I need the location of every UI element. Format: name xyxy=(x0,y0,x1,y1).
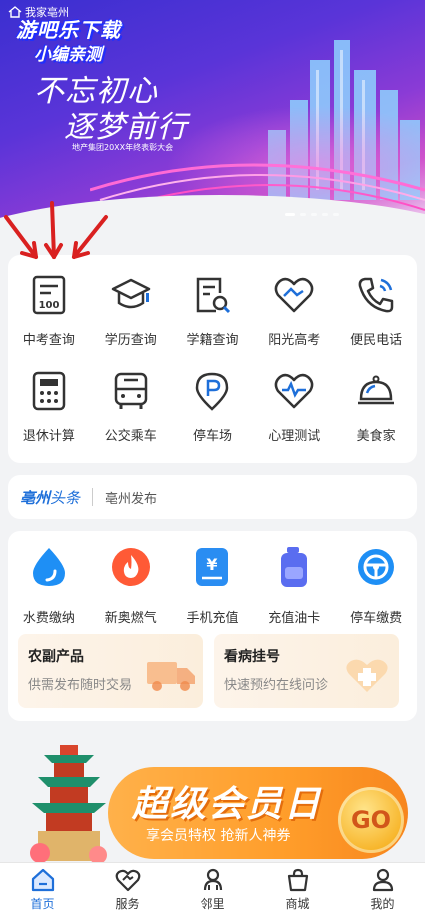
service-retirement-calc[interactable]: 退休计算 xyxy=(8,361,90,453)
service-label: 停车场 xyxy=(192,429,232,444)
news-bar[interactable]: 亳州头条 亳州发布 xyxy=(8,475,417,519)
watermark-line1: 游吧乐下载 xyxy=(16,18,121,42)
service-parking[interactable]: 停车场 xyxy=(172,361,254,453)
promo-hospital-booking[interactable]: 看病挂号 快速预约在线问诊 xyxy=(214,634,399,708)
service-student-status[interactable]: 学籍查询 xyxy=(172,265,254,357)
service-label: 阳光高考 xyxy=(268,333,321,348)
heart-pulse-icon xyxy=(270,367,318,415)
pay-gas[interactable]: 新奥燃气 xyxy=(90,545,172,626)
promo-farm-products[interactable]: 农副产品 供需发布随时交易 xyxy=(18,634,203,708)
svg-text:¥: ¥ xyxy=(207,555,218,574)
calculator-icon xyxy=(25,367,73,415)
service-label: 心理测试 xyxy=(268,429,321,444)
quick-services-card: 100 中考查询 学历查询 学籍查询 阳光高考 便民电话 退休计算 公交乘车 停… xyxy=(8,255,417,463)
flame-icon xyxy=(109,545,153,589)
service-label: 退休计算 xyxy=(22,429,75,444)
shopping-bag-icon xyxy=(287,868,308,891)
service-label: 学籍查询 xyxy=(186,333,239,348)
tab-service[interactable]: 服务 xyxy=(85,863,170,915)
service-label: 中考查询 xyxy=(22,333,75,348)
tab-home[interactable]: 首页 xyxy=(0,863,85,915)
steering-wheel-icon xyxy=(354,545,398,589)
payment-label: 手机充值 xyxy=(186,611,239,626)
truck-icon xyxy=(147,662,195,691)
pay-phone[interactable]: ¥ 手机充值 xyxy=(172,545,254,626)
annotation-arrows xyxy=(4,201,108,259)
parking-icon xyxy=(188,367,236,415)
carousel-dot[interactable] xyxy=(311,213,317,216)
tab-label: 邻里 xyxy=(200,896,225,911)
banner-subtitle: 地产集团20XX年终表彰大会 xyxy=(72,143,174,152)
service-label: 公交乘车 xyxy=(104,429,157,444)
tab-profile[interactable]: 我的 xyxy=(340,863,425,915)
service-label: 学历查询 xyxy=(104,333,157,348)
pay-water[interactable]: 水费缴纳 xyxy=(8,545,90,626)
payment-services-card: 水费缴纳 新奥燃气 ¥ 手机充值 充值油卡 停车缴费 农副产品 供需发布随时交易… xyxy=(8,531,417,721)
carousel-dots xyxy=(285,213,339,216)
payment-label: 新奥燃气 xyxy=(104,611,157,626)
vip-subtitle: 享会员特权 抢新人神券 xyxy=(146,828,291,844)
carousel-dot[interactable] xyxy=(285,213,295,216)
service-label: 美食家 xyxy=(356,429,396,444)
graduation-cap-icon xyxy=(107,271,155,319)
tab-neighbors[interactable]: 邻里 xyxy=(170,863,255,915)
oil-can-icon xyxy=(272,545,316,589)
medical-heart-icon xyxy=(346,659,388,692)
service-sunshine-exam[interactable]: 阳光高考 xyxy=(253,265,335,357)
bus-icon xyxy=(107,367,155,415)
service-heart-icon xyxy=(115,869,140,891)
vip-go-button[interactable]: GO xyxy=(338,787,404,853)
pagoda-illustration xyxy=(30,745,107,864)
tab-label: 服务 xyxy=(115,896,140,911)
home-icon xyxy=(31,868,54,891)
water-drop-icon xyxy=(27,545,71,589)
service-exam-score[interactable]: 100 中考查询 xyxy=(8,265,90,357)
svg-text:100: 100 xyxy=(38,300,59,311)
profile-icon xyxy=(372,868,393,891)
payment-label: 充值油卡 xyxy=(268,611,321,626)
service-bus[interactable]: 公交乘车 xyxy=(90,361,172,453)
document-search-icon xyxy=(188,271,236,319)
carousel-dot[interactable] xyxy=(333,213,339,216)
pay-fuel-card[interactable]: 充值油卡 xyxy=(253,545,335,626)
tab-mall[interactable]: 商城 xyxy=(255,863,340,915)
payment-label: 停车缴费 xyxy=(350,611,403,626)
vip-title: 超级会员日 xyxy=(132,784,323,825)
tab-label: 首页 xyxy=(30,896,55,911)
bottom-tab-bar: 首页 服务 邻里 商城 我的 xyxy=(0,862,425,915)
service-food[interactable]: 美食家 xyxy=(335,361,417,453)
vip-day-banner[interactable]: 超级会员日 享会员特权 抢新人神券 GO xyxy=(0,735,425,865)
pay-parking[interactable]: 停车缴费 xyxy=(335,545,417,626)
carousel-dot[interactable] xyxy=(322,213,328,216)
phone-icon xyxy=(352,271,400,319)
food-cloche-icon xyxy=(352,367,400,415)
neighbors-icon xyxy=(203,868,222,890)
heart-shield-icon xyxy=(270,271,318,319)
divider xyxy=(92,488,94,506)
service-hotline[interactable]: 便民电话 xyxy=(335,265,417,357)
yuan-icon: ¥ xyxy=(190,545,234,589)
tab-label: 商城 xyxy=(285,896,310,911)
service-education[interactable]: 学历查询 xyxy=(90,265,172,357)
tab-label: 我的 xyxy=(370,896,395,911)
news-text: 亳州发布 xyxy=(105,491,158,507)
banner-slogan-line2: 逐梦前行 xyxy=(64,110,188,145)
exam-score-icon: 100 xyxy=(25,271,73,319)
news-logo: 亳州头条 xyxy=(20,488,81,507)
service-psych-test[interactable]: 心理测试 xyxy=(253,361,335,453)
payment-label: 水费缴纳 xyxy=(22,611,75,626)
watermark-line2: 小编亲测 xyxy=(34,45,102,65)
carousel-dot[interactable] xyxy=(300,213,306,216)
service-label: 便民电话 xyxy=(350,333,403,348)
